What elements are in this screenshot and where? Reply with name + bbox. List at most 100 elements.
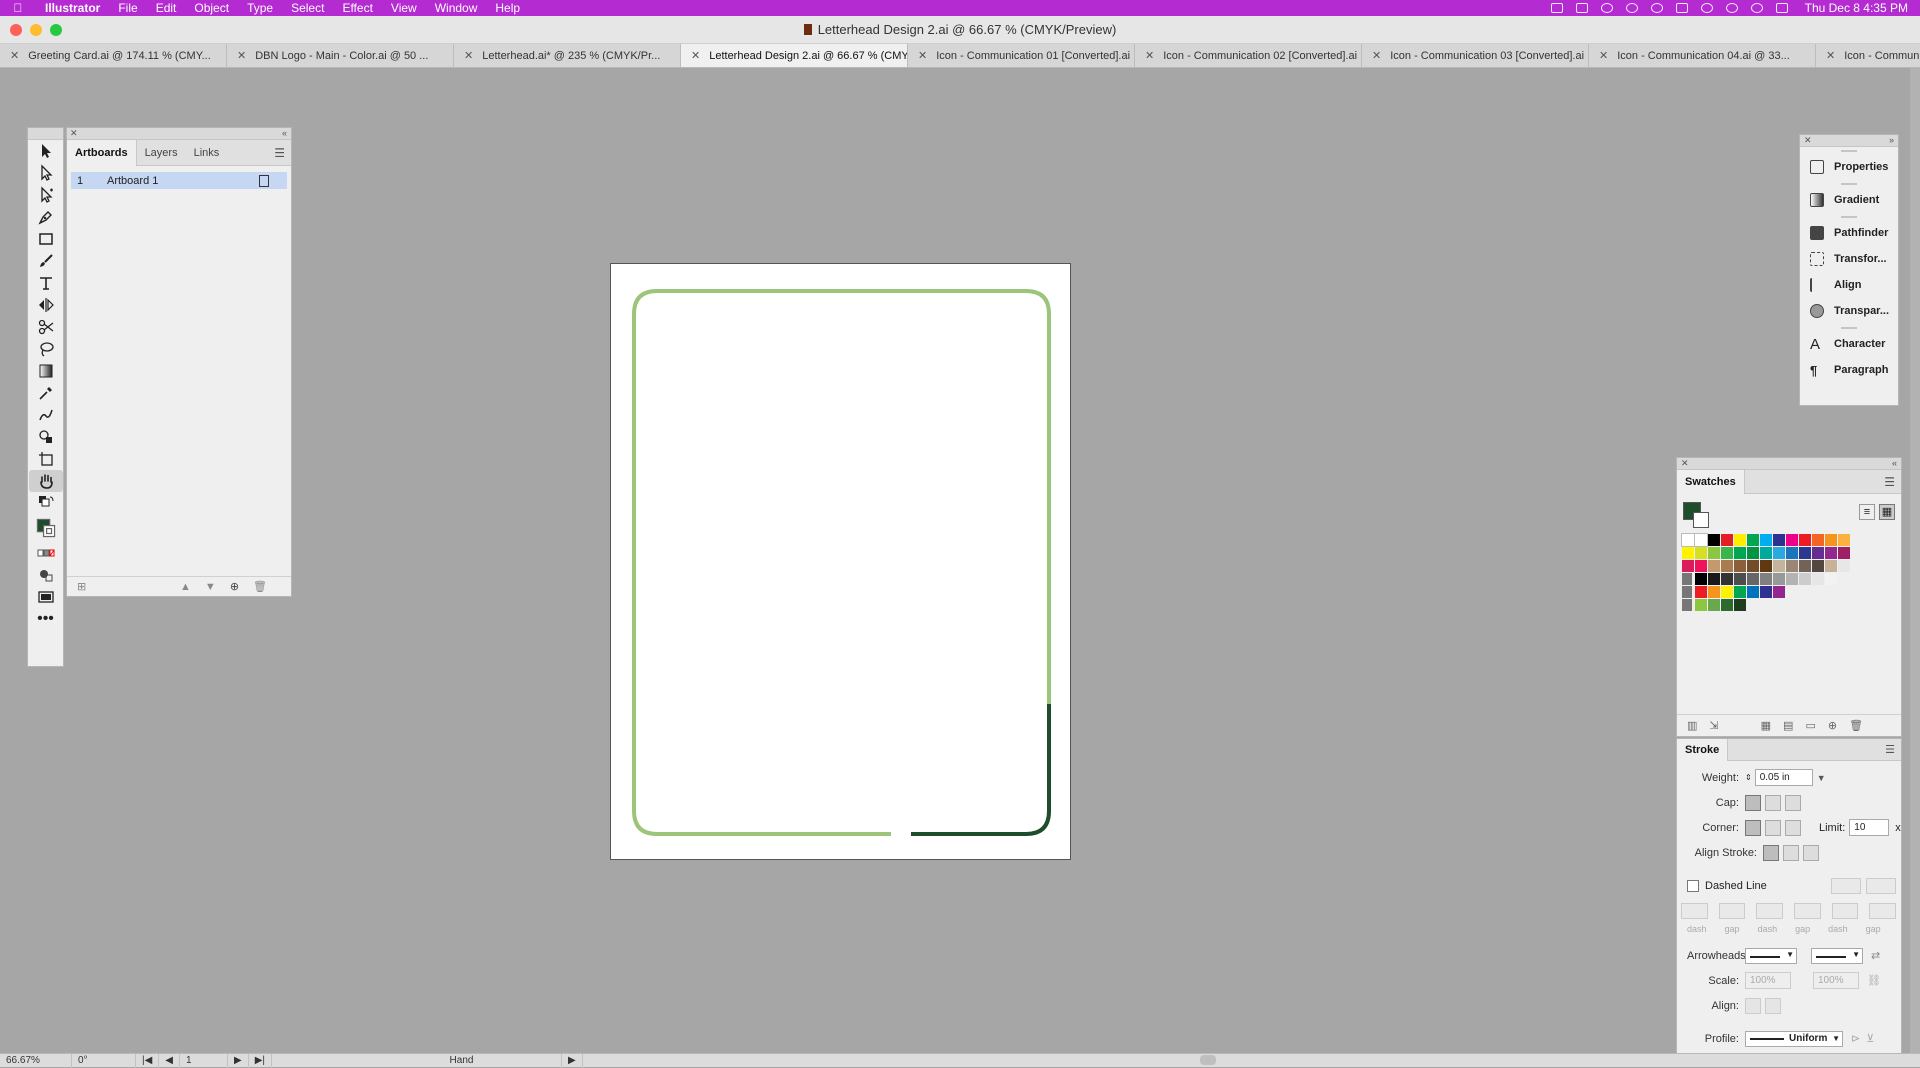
artboard-nav-first[interactable]: |◀ xyxy=(136,1053,160,1068)
bevel-join-button[interactable] xyxy=(1785,819,1801,836)
wifi-icon[interactable] xyxy=(1700,3,1713,13)
align-inside-button[interactable] xyxy=(1783,844,1799,861)
horizontal-scrollbar[interactable] xyxy=(1200,1055,1216,1065)
artboard-nav-next[interactable]: ▶ xyxy=(228,1053,249,1068)
artboard-nav-last[interactable]: ▶| xyxy=(249,1053,272,1068)
status-window-icon[interactable] xyxy=(1550,3,1563,13)
tab-icon-communication-04[interactable]: ✕ Icon - Communication 04.ai @ 33... xyxy=(1589,44,1816,67)
color-swatch[interactable] xyxy=(1786,534,1798,546)
group-selection-tool[interactable] xyxy=(29,184,63,206)
dash-2-input[interactable] xyxy=(1756,902,1784,919)
menu-app[interactable]: Illustrator xyxy=(36,0,109,16)
color-swatch[interactable] xyxy=(1825,573,1837,585)
color-swatch[interactable] xyxy=(1747,560,1759,572)
tab-layers[interactable]: Layers xyxy=(137,140,186,166)
color-swatch[interactable] xyxy=(1708,547,1720,559)
color-swatch[interactable] xyxy=(1799,560,1811,572)
selection-tool[interactable] xyxy=(29,140,63,162)
artboards-panel-header[interactable]: ✕ « xyxy=(67,128,291,140)
lasso-tool[interactable] xyxy=(29,338,63,360)
color-swatch[interactable] xyxy=(1786,560,1798,572)
close-icon[interactable]: ✕ xyxy=(70,128,78,139)
gap-1-input[interactable] xyxy=(1718,902,1746,919)
close-icon[interactable]: ✕ xyxy=(1145,49,1154,62)
search-icon[interactable] xyxy=(1750,3,1763,13)
color-swatch[interactable] xyxy=(1773,560,1785,572)
color-swatch[interactable] xyxy=(1708,586,1720,598)
close-icon[interactable]: ✕ xyxy=(464,49,473,62)
color-swatch[interactable] xyxy=(1773,547,1785,559)
dash-align-button[interactable] xyxy=(1866,877,1896,894)
current-tool-status[interactable]: Hand xyxy=(362,1053,562,1068)
tab-links[interactable]: Links xyxy=(186,140,228,166)
panel-character[interactable]: A Character xyxy=(1800,331,1898,357)
window-zoom-button[interactable] xyxy=(50,24,62,36)
menu-object[interactable]: Object xyxy=(185,0,238,16)
new-swatch-icon[interactable]: ⊕ xyxy=(1828,719,1837,732)
color-swatch[interactable] xyxy=(1786,547,1798,559)
color-swatch[interactable] xyxy=(1734,534,1746,546)
window-close-button[interactable] xyxy=(10,24,22,36)
color-swatch[interactable] xyxy=(1695,560,1707,572)
color-swatch[interactable] xyxy=(1708,560,1720,572)
pen-tool[interactable] xyxy=(29,206,63,228)
panel-menu-icon[interactable]: ☰ xyxy=(1884,475,1895,489)
gap-3-input[interactable] xyxy=(1869,902,1897,919)
tab-stroke[interactable]: Stroke xyxy=(1677,738,1729,761)
show-kinds-icon[interactable]: ▦ xyxy=(1761,719,1771,732)
color-swatch[interactable] xyxy=(1799,573,1811,585)
align-outside-button[interactable] xyxy=(1803,844,1819,861)
new-artboard-icon[interactable]: ⊕ xyxy=(230,580,239,593)
link-scale-icon[interactable]: ⛓ xyxy=(1867,974,1881,987)
swatches-panel-header[interactable]: ✕ « xyxy=(1677,458,1901,470)
menu-view[interactable]: View xyxy=(382,0,426,16)
weight-dropdown-icon[interactable]: ▼ xyxy=(1817,773,1827,783)
collapse-icon[interactable]: « xyxy=(282,128,287,138)
reflect-tool[interactable] xyxy=(29,294,63,316)
color-swatch[interactable] xyxy=(1695,599,1707,611)
dash-1-input[interactable] xyxy=(1681,902,1708,919)
end-arrowhead-select[interactable]: ▼ xyxy=(1811,947,1863,964)
align-center-button[interactable] xyxy=(1763,844,1779,861)
color-swatch[interactable] xyxy=(1747,547,1759,559)
color-swatch[interactable] xyxy=(1694,533,1708,547)
menu-file[interactable]: File xyxy=(109,0,146,16)
artboard-options-icon[interactable] xyxy=(259,174,269,187)
tab-artboards[interactable]: Artboards xyxy=(67,139,137,166)
dash-preserve-button[interactable] xyxy=(1831,877,1861,894)
panel-menu-icon[interactable]: ☰ xyxy=(1885,743,1895,756)
creative-cloud-icon[interactable] xyxy=(1625,3,1638,13)
butt-cap-button[interactable] xyxy=(1745,794,1761,811)
close-icon[interactable]: ✕ xyxy=(1804,135,1812,146)
move-down-icon[interactable]: ▼ xyxy=(205,581,216,593)
tab-icon-communication-01[interactable]: ✕ Icon - Communication 01 [Converted].ai xyxy=(908,44,1135,67)
sync-icon[interactable] xyxy=(1600,3,1613,13)
fill-stroke-indicator[interactable] xyxy=(29,514,63,542)
color-swatch[interactable] xyxy=(1760,534,1772,546)
color-swatch[interactable] xyxy=(1825,547,1837,559)
apple-menu-icon[interactable]:  xyxy=(0,1,36,15)
arrow-tip-beyond-button[interactable] xyxy=(1745,997,1761,1014)
weight-input[interactable]: 0.05 in xyxy=(1754,769,1813,786)
profile-select[interactable]: Uniform ▼ xyxy=(1745,1030,1843,1047)
paintbrush-tool[interactable] xyxy=(29,250,63,272)
gap-2-input[interactable] xyxy=(1794,902,1821,919)
swatch-fill-stroke[interactable] xyxy=(1683,502,1709,528)
color-swatch[interactable] xyxy=(1760,547,1772,559)
gradient-tool[interactable] xyxy=(29,360,63,382)
artboard-nav-prev[interactable]: ◀ xyxy=(159,1053,180,1068)
artboard-row[interactable]: 1 Artboard 1 xyxy=(71,172,287,189)
close-icon[interactable]: ✕ xyxy=(918,49,927,62)
control-center-icon[interactable] xyxy=(1775,3,1788,13)
color-swatch[interactable] xyxy=(1721,573,1733,585)
color-swatch[interactable] xyxy=(1747,586,1759,598)
bluetooth-icon[interactable] xyxy=(1675,3,1688,13)
delete-swatch-icon[interactable]: 🗑 xyxy=(1849,719,1863,732)
color-swatch[interactable] xyxy=(1734,547,1746,559)
color-swatch[interactable] xyxy=(1708,573,1720,585)
color-swatch[interactable] xyxy=(1812,547,1824,559)
menu-effect[interactable]: Effect xyxy=(333,0,381,16)
close-icon[interactable]: ✕ xyxy=(1372,49,1381,62)
color-swatch[interactable] xyxy=(1773,586,1785,598)
panel-align[interactable]: Align xyxy=(1800,272,1898,298)
